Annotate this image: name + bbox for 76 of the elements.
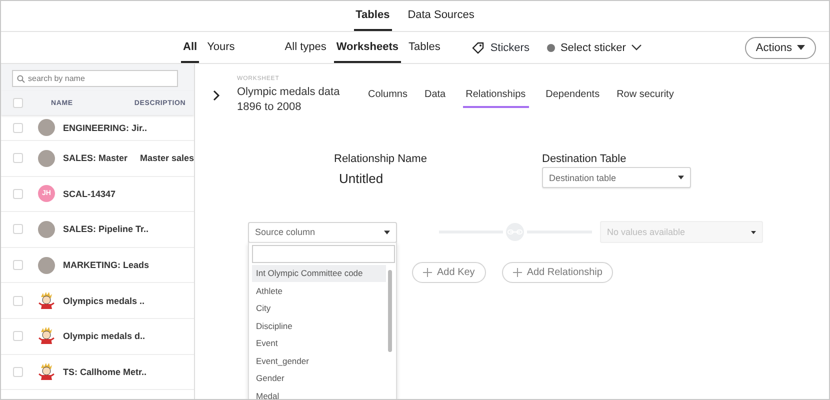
cartoon-character-icon bbox=[38, 327, 55, 346]
caret-icon bbox=[384, 230, 390, 234]
worksheet-tab[interactable]: Row security bbox=[616, 89, 674, 108]
table-row[interactable]: TS: Callhome Metr.. bbox=[1, 354, 194, 390]
worksheet-tab[interactable]: Relationships bbox=[462, 89, 529, 108]
row-checkbox[interactable] bbox=[13, 153, 23, 164]
source-column-select[interactable]: Source column bbox=[248, 222, 397, 242]
row-name: MARKETING: Leads bbox=[63, 260, 147, 270]
table-row[interactable]: SALES: Pipeline Tr.. bbox=[1, 212, 194, 248]
plus-icon bbox=[512, 268, 522, 277]
table-row[interactable]: Olympics medals .. bbox=[1, 283, 194, 319]
chevron-down-icon bbox=[630, 44, 642, 51]
dropdown-search-field[interactable] bbox=[252, 244, 395, 262]
row-name: ENGINEERING: Jir.. bbox=[63, 122, 147, 132]
filter-tab[interactable]: Yours bbox=[205, 32, 237, 63]
caret-icon bbox=[678, 175, 684, 180]
avatar-placeholder bbox=[38, 150, 55, 167]
nav-tab[interactable]: Data Sources bbox=[406, 1, 476, 31]
dropdown-option[interactable]: Medal bbox=[252, 387, 386, 399]
caret-icon bbox=[751, 230, 756, 234]
select-sticker-dropdown[interactable]: Select sticker bbox=[547, 32, 642, 63]
dropdown-option[interactable]: Event bbox=[252, 334, 386, 352]
caret-icon bbox=[797, 45, 805, 50]
type-tab[interactable]: All types bbox=[282, 32, 328, 63]
dropdown-option[interactable]: Gender bbox=[252, 370, 386, 387]
row-name: TS: Callhome Metr.. bbox=[63, 366, 147, 377]
add-button[interactable]: Add Relationship bbox=[502, 262, 614, 283]
row-checkbox[interactable] bbox=[13, 224, 23, 234]
search-icon bbox=[17, 74, 25, 82]
destination-table-label: Destination Table bbox=[542, 153, 628, 165]
search-field[interactable]: search by name bbox=[12, 70, 178, 87]
type-tab[interactable]: Tables bbox=[406, 32, 442, 63]
row-name: Olympics medals .. bbox=[63, 296, 146, 306]
scrollbar-thumb[interactable] bbox=[388, 270, 392, 352]
dropdown-option[interactable]: City bbox=[252, 300, 386, 317]
tag-icon bbox=[472, 42, 484, 54]
plus-icon bbox=[423, 268, 432, 277]
dropdown-option[interactable]: Athlete bbox=[252, 282, 386, 300]
row-checkbox[interactable] bbox=[13, 331, 23, 342]
sticker-dot-icon bbox=[547, 44, 556, 52]
row-checkbox[interactable] bbox=[13, 122, 23, 132]
dropdown-option[interactable]: Int Olympic Committee code bbox=[252, 264, 386, 282]
worksheet-title: Olympic medals data 1896 to 2008 bbox=[237, 85, 341, 115]
actions-button[interactable]: Actions bbox=[744, 36, 816, 58]
worksheet-tab[interactable]: Data bbox=[424, 89, 446, 108]
row-checkbox[interactable] bbox=[13, 296, 23, 306]
cartoon-character-icon bbox=[38, 362, 55, 381]
cartoon-character-icon bbox=[38, 292, 55, 310]
stickers-label: Stickers bbox=[490, 42, 530, 54]
row-checkbox[interactable] bbox=[13, 188, 23, 199]
select-all-checkbox[interactable] bbox=[13, 98, 23, 108]
row-name: Olympic medals d.. bbox=[63, 331, 146, 342]
table-row[interactable]: SALES: Master Master sales bbox=[1, 141, 194, 177]
row-description: Master sales bbox=[140, 153, 194, 164]
avatar-placeholder bbox=[38, 119, 55, 136]
row-name: SALES: Pipeline Tr.. bbox=[63, 224, 147, 234]
destination-table-select[interactable]: Destination table bbox=[542, 167, 691, 188]
worksheet-tab[interactable]: Dependents bbox=[546, 89, 600, 108]
table-row[interactable]: Olympic medals d.. bbox=[1, 318, 194, 355]
dropdown-option[interactable]: Event_gender bbox=[252, 352, 386, 370]
type-tab[interactable]: Worksheets bbox=[334, 32, 401, 63]
row-name: SALES: Master bbox=[63, 153, 129, 164]
add-button[interactable]: Add Key bbox=[412, 262, 486, 283]
row-checkbox[interactable] bbox=[13, 260, 23, 270]
dropdown-option[interactable]: Discipline bbox=[252, 317, 386, 334]
table-row[interactable]: ENGINEERING: Jir.. bbox=[1, 115, 194, 141]
relationship-name-label: Relationship Name bbox=[334, 153, 428, 165]
chevron-right-icon[interactable] bbox=[213, 90, 220, 101]
avatar-placeholder bbox=[38, 256, 55, 274]
worksheet-tab[interactable]: Columns bbox=[368, 89, 408, 108]
row-name: SCAL-14347 bbox=[63, 188, 117, 199]
row-checkbox[interactable] bbox=[13, 366, 23, 377]
relationship-name-value[interactable]: Untitled bbox=[339, 171, 542, 186]
nav-tab[interactable]: Tables bbox=[354, 1, 392, 31]
avatar-placeholder bbox=[38, 220, 55, 238]
table-row[interactable]: MARKETING: Leads bbox=[1, 248, 194, 284]
